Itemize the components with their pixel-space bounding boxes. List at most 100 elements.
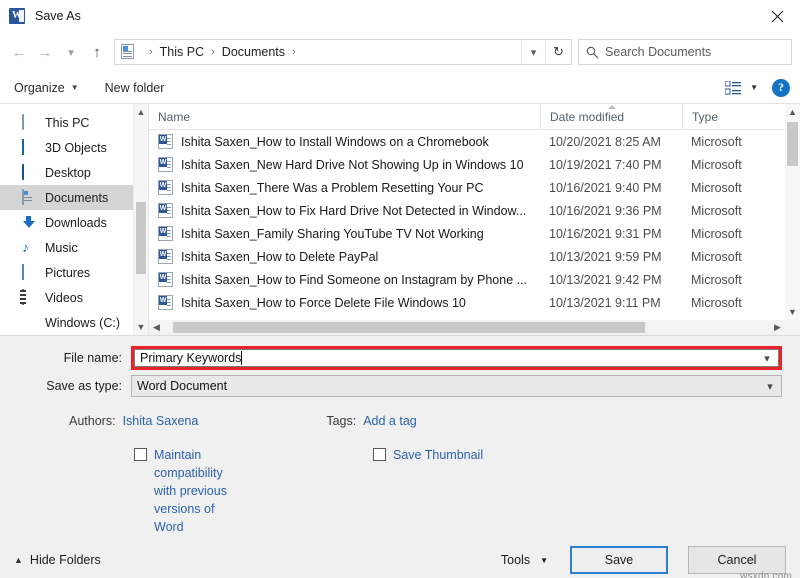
word-document-icon bbox=[158, 249, 173, 264]
hscroll-track[interactable] bbox=[164, 320, 770, 335]
search-icon bbox=[579, 46, 605, 59]
chevron-down-icon-navpane[interactable]: ▼ bbox=[134, 319, 148, 335]
file-date: 10/13/2021 9:59 PM bbox=[549, 250, 691, 264]
save-button[interactable]: Save bbox=[570, 546, 668, 574]
chevron-down-icon-address[interactable]: ▾ bbox=[521, 40, 545, 64]
chevron-up-icon-filelist[interactable]: ▲ bbox=[785, 104, 800, 120]
column-header-date-label: Date modified bbox=[550, 110, 624, 124]
table-row[interactable]: Ishita Saxen_Family Sharing YouTube TV N… bbox=[149, 222, 800, 245]
tools-label: Tools bbox=[501, 553, 530, 567]
save-thumbnail-label: Save Thumbnail bbox=[393, 446, 483, 464]
save-as-type-select[interactable]: Word Document ▾ bbox=[131, 375, 782, 397]
sidebar-item-pictures[interactable]: Pictures bbox=[0, 260, 148, 285]
chevron-down-icon-filename[interactable]: ▾ bbox=[756, 350, 778, 366]
sidebar-item-documents[interactable]: Documents bbox=[0, 185, 148, 210]
text-cursor bbox=[241, 351, 242, 365]
this-pc-icon bbox=[22, 115, 38, 131]
file-type: Microsoft bbox=[691, 135, 796, 149]
table-row[interactable]: Ishita Saxen_How to Install Windows on a… bbox=[149, 130, 800, 153]
file-list-horizontal-scrollbar[interactable]: ◀ ▶ bbox=[149, 320, 785, 335]
search-input[interactable]: Search Documents bbox=[605, 45, 711, 59]
sidebar-label-music: Music bbox=[45, 241, 78, 255]
hscroll-thumb[interactable] bbox=[173, 322, 645, 333]
3d-objects-icon bbox=[22, 140, 38, 156]
file-name: Ishita Saxen_How to Delete PayPal bbox=[181, 250, 549, 264]
word-document-icon bbox=[158, 272, 173, 287]
tools-button[interactable]: Tools ▼ bbox=[501, 553, 548, 567]
new-folder-label: New folder bbox=[105, 81, 165, 95]
file-list-vertical-scrollbar[interactable]: ▲ ▼ bbox=[785, 104, 800, 320]
search-box[interactable]: Search Documents bbox=[578, 39, 792, 65]
chevron-down-icon-recent[interactable]: ▾ bbox=[58, 37, 84, 67]
hide-folders-label: Hide Folders bbox=[30, 553, 101, 567]
authors-value[interactable]: Ishita Saxena bbox=[123, 414, 199, 428]
save-thumbnail-option[interactable]: Save Thumbnail bbox=[373, 446, 483, 536]
arrow-up-icon[interactable]: ↑ bbox=[84, 37, 110, 67]
sidebar-item-windows-c[interactable]: Windows (C:) bbox=[0, 310, 148, 335]
new-folder-button[interactable]: New folder bbox=[105, 81, 165, 95]
checkbox-maintain-compatibility[interactable] bbox=[134, 448, 147, 461]
sidebar-item-downloads[interactable]: Downloads bbox=[0, 210, 148, 235]
add-a-tag-link[interactable]: Add a tag bbox=[363, 414, 417, 428]
chevron-down-icon-filelist[interactable]: ▼ bbox=[785, 304, 800, 320]
organize-button[interactable]: Organize ▼ bbox=[14, 81, 79, 95]
breadcrumb-documents[interactable]: Documents bbox=[221, 45, 286, 59]
column-header-name[interactable]: Name bbox=[149, 104, 541, 130]
table-row[interactable]: Ishita Saxen_How to Find Someone on Inst… bbox=[149, 268, 800, 291]
help-icon[interactable]: ? bbox=[772, 79, 790, 97]
word-document-icon bbox=[158, 134, 173, 149]
title-bar: W Save As bbox=[0, 0, 800, 32]
table-row[interactable]: Ishita Saxen_New Hard Drive Not Showing … bbox=[149, 153, 800, 176]
tags-label: Tags: bbox=[326, 414, 356, 428]
metadata-row: Authors: Ishita Saxena Tags: Add a tag bbox=[0, 414, 800, 428]
word-document-icon bbox=[158, 226, 173, 241]
navpane-scroll-thumb[interactable] bbox=[136, 202, 146, 274]
word-document-icon bbox=[158, 203, 173, 218]
chevron-down-icon-view[interactable]: ▼ bbox=[750, 83, 758, 92]
close-icon[interactable] bbox=[754, 0, 800, 32]
sidebar-item-desktop[interactable]: Desktop bbox=[0, 160, 148, 185]
maintain-compatibility-option[interactable]: Maintain compatibility with previous ver… bbox=[134, 446, 238, 536]
sidebar-item-videos[interactable]: Videos bbox=[0, 285, 148, 310]
chevron-left-icon-filelist[interactable]: ◀ bbox=[149, 320, 164, 335]
word-document-icon bbox=[158, 295, 173, 310]
file-type: Microsoft bbox=[691, 158, 796, 172]
chevron-up-icon-navpane[interactable]: ▲ bbox=[134, 104, 148, 120]
table-row[interactable]: Ishita Saxen_There Was a Problem Resetti… bbox=[149, 176, 800, 199]
documents-icon bbox=[22, 190, 38, 206]
file-name: Ishita Saxen_How to Force Delete File Wi… bbox=[181, 296, 549, 310]
chevron-right-icon-filelist[interactable]: ▶ bbox=[770, 320, 785, 335]
column-header-date-modified[interactable]: Date modified bbox=[541, 104, 683, 130]
sidebar-item-music[interactable]: ♪ Music bbox=[0, 235, 148, 260]
cancel-button[interactable]: Cancel bbox=[688, 546, 786, 574]
breadcrumb-this-pc[interactable]: This PC bbox=[159, 45, 205, 59]
table-row[interactable]: Ishita Saxen_How to Force Delete File Wi… bbox=[149, 291, 800, 314]
word-document-icon bbox=[158, 180, 173, 195]
navigation-pane-scrollbar[interactable]: ▲ ▼ bbox=[133, 104, 148, 335]
filelist-scroll-thumb[interactable] bbox=[787, 122, 798, 166]
table-row[interactable]: Ishita Saxen_How to Delete PayPal 10/13/… bbox=[149, 245, 800, 268]
file-name: Ishita Saxen_How to Find Someone on Inst… bbox=[181, 273, 549, 287]
checkbox-save-thumbnail[interactable] bbox=[373, 448, 386, 461]
chevron-down-icon-organize: ▼ bbox=[71, 83, 79, 92]
authors-label: Authors: bbox=[69, 414, 116, 428]
arrow-left-icon[interactable]: ← bbox=[6, 37, 32, 67]
chevron-down-icon-filetype[interactable]: ▾ bbox=[759, 376, 781, 396]
column-header-type[interactable]: Type bbox=[683, 104, 788, 130]
sidebar-item-3d-objects[interactable]: 3D Objects bbox=[0, 135, 148, 160]
hide-folders-button[interactable]: ▲ Hide Folders bbox=[14, 553, 101, 567]
save-as-dialog: W Save As ← → ▾ ↑ › This PC › Documents … bbox=[0, 0, 800, 578]
save-as-type-value: Word Document bbox=[132, 379, 227, 393]
sidebar-item-this-pc[interactable]: This PC bbox=[0, 110, 148, 135]
table-row[interactable]: Ishita Saxen_How to Fix Hard Drive Not D… bbox=[149, 199, 800, 222]
arrow-right-icon[interactable]: → bbox=[32, 37, 58, 67]
sidebar-label-this-pc: This PC bbox=[45, 116, 89, 130]
sidebar-label-windows-c: Windows (C:) bbox=[45, 316, 120, 330]
watermark: wsxdn.com bbox=[740, 571, 792, 578]
file-type: Microsoft bbox=[691, 181, 796, 195]
chevron-down-icon-tools: ▼ bbox=[540, 556, 548, 565]
file-name-input[interactable]: Primary Keywords ▾ bbox=[134, 349, 779, 367]
view-list-icon[interactable] bbox=[725, 81, 741, 95]
refresh-icon[interactable]: ↻ bbox=[545, 40, 571, 64]
address-bar[interactable]: › This PC › Documents › ▾ ↻ bbox=[114, 39, 572, 65]
